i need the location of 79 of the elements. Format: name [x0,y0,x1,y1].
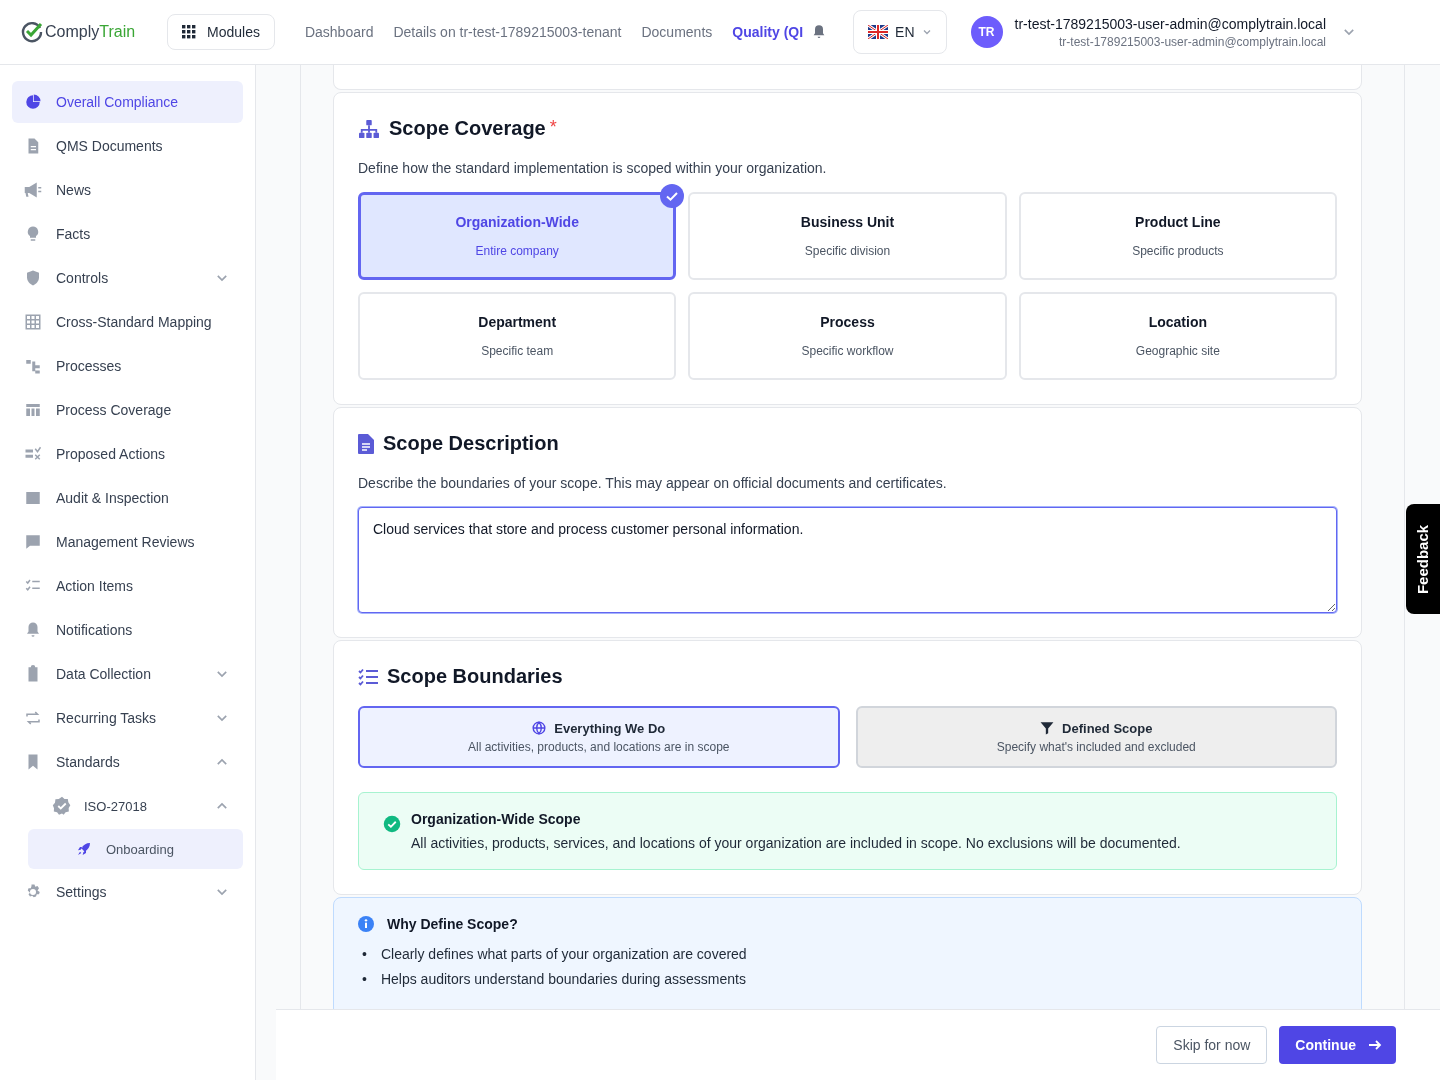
nav-link[interactable]: Documents [641,24,713,40]
user-avatar[interactable]: TR [970,16,1003,48]
notice-title: Organization-Wide Scope [411,811,582,827]
bullet-item: Clearly defines what parts of your organization are covered [380,945,747,964]
flag-icon [868,25,889,39]
hierarchy-icon [358,118,380,139]
verified-badge-icon [52,796,72,816]
section-title: Scope Coverage [389,117,546,140]
scope-option-card[interactable]: Business Unit Specific division [688,192,1007,280]
boundary-option[interactable]: Defined Scope Specify what's included and excluded [855,706,1337,768]
document-icon [358,433,374,454]
filter-icon [1040,721,1055,735]
scope-option-card[interactable]: Product Line Specific products [1018,192,1337,280]
menu-item-icon [24,93,42,111]
globe-icon [532,721,547,735]
nav-link[interactable]: Details on tr-test-1789215003-tenant [393,24,622,40]
sidebar-item[interactable]: Overall Compliance [12,81,243,123]
nav-link[interactable]: Dashboard [304,24,374,40]
menu-item-icon [24,269,42,287]
menu-item-icon [24,313,42,331]
menu-item-icon [24,401,42,419]
sidebar-item[interactable]: Recurring Tasks [12,697,243,739]
notice-text: All activities, products, services, and locations of your organization are included in scope. No exclusions will be documented. [411,835,1181,851]
menu-item-icon [24,489,42,507]
user-name: tr-test-1789215003-user-admin@complytrain.local [1014,15,1326,32]
menu-item-icon [24,533,42,551]
sidebar-item[interactable]: Processes [12,345,243,387]
modules-button[interactable]: Modules [167,14,275,50]
sidebar-item[interactable]: ISO-27018 [12,785,243,827]
bullet-item: Helps auditors understand boundaries during assessments [380,970,746,989]
sidebar-item[interactable]: Standards [12,741,243,783]
menu-item-icon [24,621,42,639]
feedback-tab[interactable]: Feedback [1406,504,1440,614]
info-icon [358,916,374,932]
user-email: tr-test-1789215003-user-admin@complytrain.local [1059,34,1326,49]
required-asterisk: * [549,117,557,138]
check-badge-icon [660,184,685,208]
sidebar-item[interactable]: Action Items [12,565,243,607]
bullet-marker: • [362,945,367,964]
rocket-icon [76,841,92,857]
check-circle-icon [20,20,44,44]
arrow-right-icon [1368,1038,1382,1052]
sidebar-item[interactable]: Onboarding [28,829,243,869]
menu-item-icon [24,357,42,375]
info-title: Why Define Scope? [387,916,518,932]
section-title: Scope Boundaries [387,665,563,688]
sidebar-item[interactable]: Data Collection [12,653,243,695]
sidebar-item[interactable]: Management Reviews [12,521,243,563]
scope-option-card[interactable]: Process Specific workflow [688,292,1007,380]
menu-item-icon [24,709,42,727]
sidebar-item[interactable]: Cross-Standard Mapping [12,301,243,343]
section-description: Define how the standard implementation is scoped within your organization. [358,160,828,176]
section-title: Scope Description [383,432,559,455]
check-circle-icon [383,815,401,833]
logo[interactable]: ComplyTrain [20,20,167,44]
sidebar-item[interactable]: News [12,169,243,211]
sidebar-item[interactable]: Proposed Actions [12,433,243,475]
continue-button[interactable]: Continue [1279,1026,1396,1064]
sidebar-item[interactable]: Notifications [12,609,243,651]
nav-link[interactable]: Quality (QI [732,24,804,40]
language-select[interactable]: EN [853,10,947,54]
scope-option-card[interactable]: Location Geographic site [1018,292,1337,380]
menu-item-icon [24,181,42,199]
bullet-marker: • [362,970,367,989]
scope-option-card[interactable]: Department Specific team [358,292,677,380]
sidebar-item[interactable]: Audit & Inspection [12,477,243,519]
chevron-down-icon [921,27,932,37]
sidebar-item[interactable]: QMS Documents [12,125,243,167]
sidebar-item[interactable]: Controls [12,257,243,299]
checklist-icon [358,667,378,686]
scope-option-card[interactable]: Organization-Wide Entire company [358,192,677,280]
sidebar-item[interactable]: Facts [12,213,243,255]
scope-description-field[interactable]: Cloud services that store and process customer personal information. [358,507,1337,613]
boundary-option[interactable]: Everything We Do All activities, products, and locations are in scope [358,706,840,768]
grid-icon [182,25,196,39]
section-description: Describe the boundaries of your scope. This may appear on official documents and certificates. [358,475,948,491]
sidebar-item[interactable]: Process Coverage [12,389,243,431]
skip-button[interactable]: Skip for now [1156,1026,1268,1064]
sidebar-item[interactable]: Settings [12,871,243,913]
